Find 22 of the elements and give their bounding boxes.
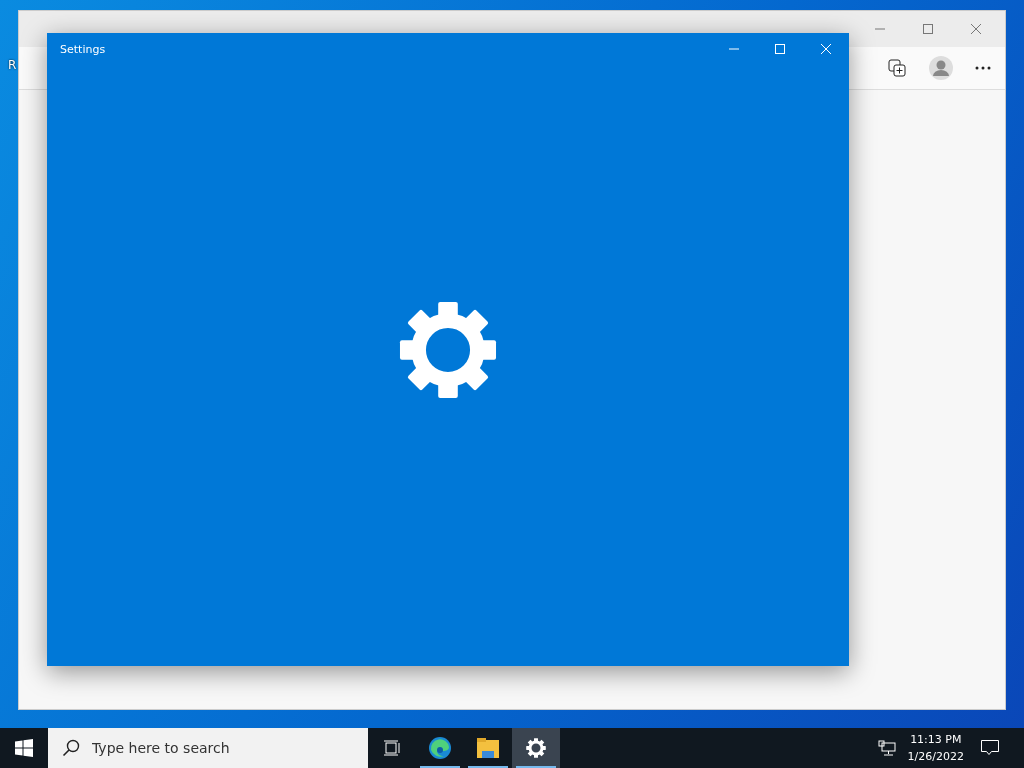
- search-field[interactable]: Type here to search: [90, 739, 344, 757]
- browser-icon: [428, 736, 452, 760]
- task-view-icon: [383, 739, 401, 757]
- clock[interactable]: 11:13 PM 1/26/2022: [901, 728, 970, 768]
- desktop-icon-label: R: [8, 58, 17, 72]
- close-icon[interactable]: [970, 23, 982, 35]
- clock-date: 1/26/2022: [907, 749, 964, 765]
- clock-time: 11:13 PM: [910, 732, 962, 748]
- window-title: Settings: [59, 42, 107, 56]
- maximize-icon[interactable]: [922, 23, 934, 35]
- gear-icon: [526, 738, 546, 758]
- more-icon[interactable]: [975, 66, 991, 70]
- search-bar[interactable]: Type here to search: [48, 728, 368, 768]
- windows-icon: [15, 739, 33, 757]
- chat-bubble-icon: [980, 739, 1000, 757]
- network-icon: [877, 740, 896, 756]
- folder-icon: [476, 737, 500, 759]
- taskbar-app-button[interactable]: [512, 728, 560, 768]
- gear-icon: [399, 300, 497, 399]
- collections-icon[interactable]: [887, 58, 907, 78]
- profile-icon[interactable]: [929, 56, 953, 80]
- search-icon: [62, 739, 80, 757]
